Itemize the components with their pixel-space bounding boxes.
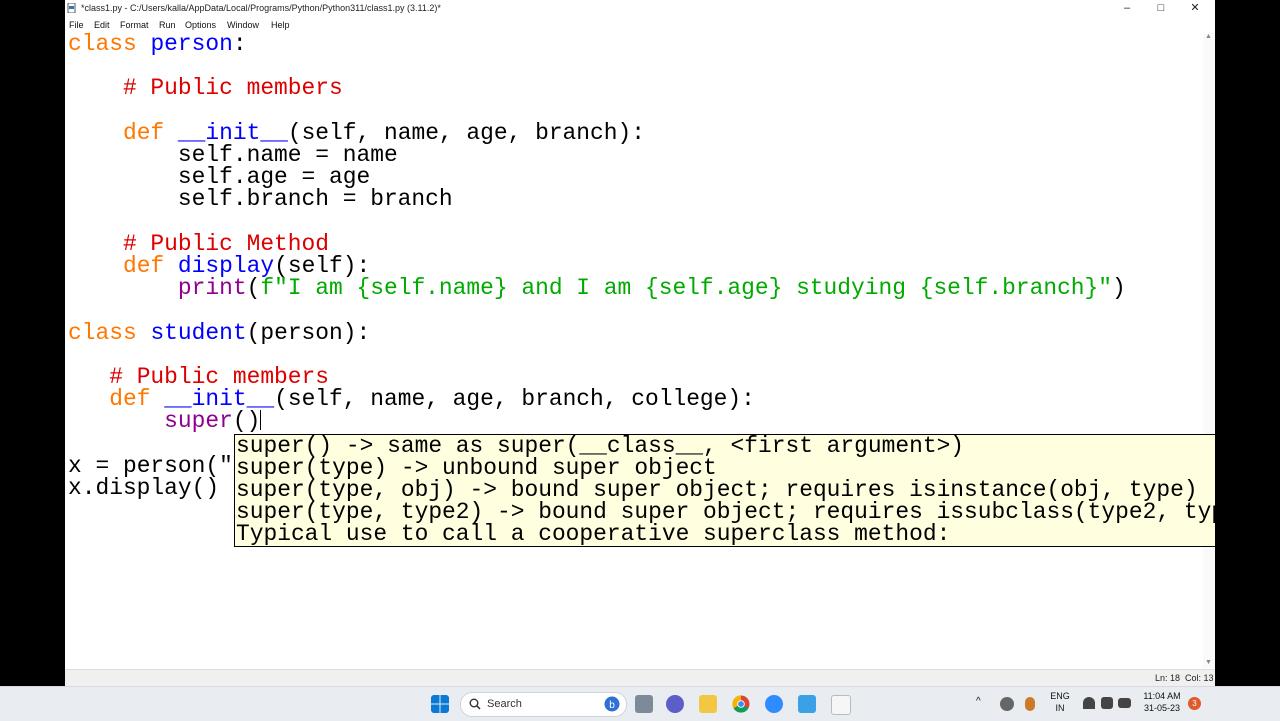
- status-bar: Ln: 18 Col: 13: [65, 669, 1215, 686]
- code-line-1: class person:: [68, 33, 247, 57]
- calltip-line: Typical use to call a cooperative superc…: [236, 521, 951, 547]
- column-number: Col: 13: [1185, 673, 1214, 683]
- close-button[interactable]: ✕: [1178, 0, 1212, 17]
- wifi-icon[interactable]: [1083, 697, 1095, 709]
- volume-icon[interactable]: [1101, 697, 1113, 709]
- code-line-3: # Public members: [122, 75, 343, 102]
- clock-date: 31-05-23: [1143, 703, 1181, 713]
- window-title: *class1.py - C:/Users/kalla/AppData/Loca…: [81, 3, 441, 13]
- chevron-up-icon[interactable]: ^: [976, 696, 981, 707]
- maximize-button[interactable]: □: [1144, 0, 1178, 17]
- text-cursor: [260, 410, 262, 431]
- language-region: IN: [1055, 703, 1065, 713]
- python-file-icon: [67, 3, 76, 13]
- code-line-18: super(): [164, 408, 262, 435]
- menu-file[interactable]: File: [69, 20, 84, 30]
- code-line-12: print(f"I am {self.name} and I am {self.…: [177, 275, 1126, 302]
- code-line-21: x.display(): [68, 475, 220, 502]
- calltip-popup: super() -> same as super(__class__, <fir…: [234, 434, 1215, 547]
- menu-help[interactable]: Help: [271, 20, 290, 30]
- clock[interactable]: 11:04 AM 31-05-23: [1136, 691, 1188, 713]
- minimize-button[interactable]: –: [1110, 0, 1144, 17]
- language-indicator[interactable]: ENG IN: [1046, 691, 1074, 713]
- idle-editor-window: *class1.py - C:/Users/kalla/AppData/Loca…: [65, 0, 1215, 686]
- vertical-scrollbar[interactable]: ▲ ▼: [1203, 33, 1215, 668]
- calltip-line: super(type) -> unbound super object: [236, 455, 717, 481]
- windows-start-icon[interactable]: [431, 695, 449, 713]
- calltip-line: super(type, type2) -> bound super object…: [236, 499, 1215, 525]
- calltip-line: super(type, obj) -> bound super object; …: [236, 477, 1198, 503]
- python-idle-icon[interactable]: [831, 695, 851, 715]
- code-line-14: class student(person):: [68, 319, 371, 346]
- notepad-icon[interactable]: [798, 695, 816, 713]
- scroll-up-arrow-icon[interactable]: ▲: [1205, 33, 1212, 40]
- search-icon: [469, 698, 481, 710]
- microphone-icon[interactable]: [1025, 697, 1035, 711]
- code-text[interactable]: class person: # Public members def __ini…: [68, 33, 1126, 502]
- svg-text:b: b: [609, 700, 615, 711]
- file-explorer-icon[interactable]: [699, 695, 717, 713]
- menu-bar: File Edit Format Run Options Window Help: [65, 17, 1215, 34]
- zoom-icon[interactable]: [765, 695, 783, 713]
- menu-run[interactable]: Run: [159, 20, 176, 30]
- taskbar-search-box[interactable]: Search b: [460, 692, 627, 717]
- notification-badge[interactable]: 3: [1188, 697, 1201, 710]
- title-bar[interactable]: *class1.py - C:/Users/kalla/AppData/Loca…: [65, 0, 1215, 17]
- menu-window[interactable]: Window: [227, 20, 259, 30]
- clock-time: 11:04 AM: [1143, 691, 1181, 701]
- search-label: Search: [487, 698, 522, 710]
- menu-edit[interactable]: Edit: [94, 20, 110, 30]
- onedrive-icon[interactable]: [1000, 697, 1014, 711]
- line-number: Ln: 18: [1155, 673, 1181, 683]
- calltip-line: super() -> same as super(__class__, <fir…: [236, 434, 965, 459]
- chat-icon[interactable]: [666, 695, 684, 713]
- language-code: ENG: [1050, 691, 1070, 701]
- chrome-icon[interactable]: [732, 695, 750, 713]
- task-view-icon[interactable]: [635, 695, 653, 713]
- menu-options[interactable]: Options: [185, 20, 216, 30]
- code-editor[interactable]: class person: # Public members def __ini…: [65, 33, 1203, 668]
- menu-format[interactable]: Format: [120, 20, 149, 30]
- taskbar: Search b ^ ENG IN 11:04 AM 31-05-23 3: [0, 686, 1280, 721]
- code-line-8: self.branch = branch: [68, 186, 453, 213]
- scroll-down-arrow-icon[interactable]: ▼: [1205, 659, 1212, 666]
- bing-icon[interactable]: b: [604, 696, 620, 712]
- battery-icon[interactable]: [1118, 698, 1131, 708]
